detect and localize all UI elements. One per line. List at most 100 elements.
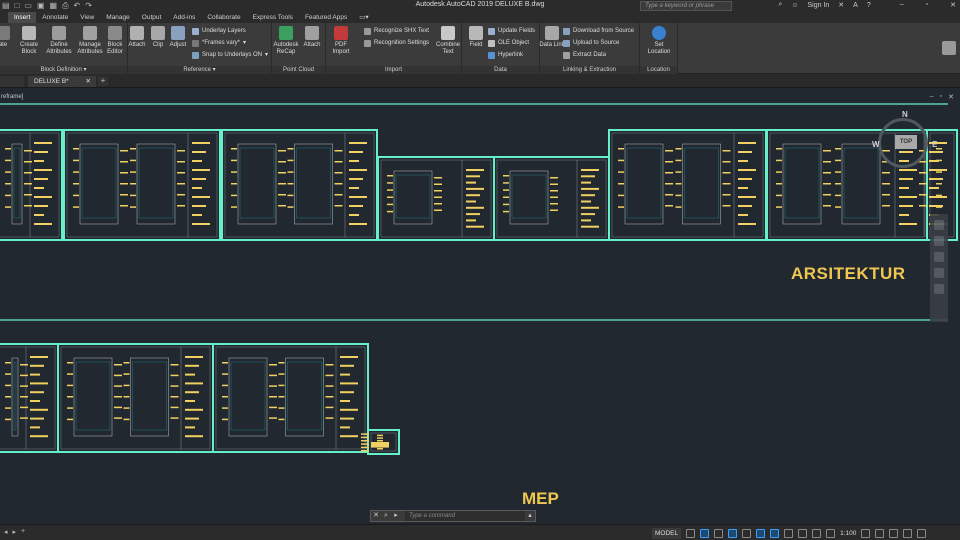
transparency-icon[interactable] xyxy=(798,528,808,538)
isodraft-icon[interactable] xyxy=(742,528,752,538)
dimension-tag xyxy=(73,183,79,185)
title-block-text xyxy=(192,160,202,162)
dimension-tag xyxy=(377,445,383,447)
annotation-tag xyxy=(120,161,128,163)
isolate-objects-icon[interactable] xyxy=(889,528,899,538)
annotation-tag xyxy=(114,417,122,419)
title-block-text xyxy=(466,175,480,178)
title-block-text xyxy=(929,178,943,180)
compass-west[interactable]: W xyxy=(872,140,880,149)
drawing-sheet-border xyxy=(0,343,59,453)
dimension-tag xyxy=(835,159,841,162)
annotation-monitor-icon[interactable] xyxy=(875,528,885,538)
ortho-icon[interactable] xyxy=(714,528,724,538)
annotation-tag xyxy=(120,172,128,174)
title-block-text xyxy=(738,178,752,180)
object-snap-tracking-icon[interactable] xyxy=(756,528,766,538)
compass-east[interactable]: E xyxy=(932,140,937,149)
dimension-tag xyxy=(130,148,136,150)
annotation-tag xyxy=(278,161,286,163)
viewcube[interactable]: TOP N W E xyxy=(868,108,938,168)
dimension-tag xyxy=(67,418,73,421)
viewcube-top-face[interactable]: TOP xyxy=(895,135,917,149)
showmotion-icon[interactable] xyxy=(934,284,944,294)
orbit-icon[interactable] xyxy=(934,268,944,278)
title-block-text xyxy=(192,151,206,153)
annotation-tag xyxy=(170,417,179,419)
next-layout-icon[interactable]: ▸ xyxy=(13,528,17,536)
zoom-icon[interactable] xyxy=(934,252,944,262)
annotation-tag xyxy=(823,194,831,196)
title-block-text xyxy=(34,169,52,171)
annotation-autoscale-icon[interactable] xyxy=(826,528,836,538)
annotation-tag xyxy=(177,194,185,196)
dimension-tag xyxy=(5,171,11,173)
dimension-tag xyxy=(618,148,624,150)
annotation-tag xyxy=(177,172,185,174)
drawing-elevation xyxy=(624,143,664,225)
command-close-icon[interactable]: ✕ xyxy=(371,511,381,521)
dimension-tag xyxy=(67,362,73,364)
annotation-tag xyxy=(24,150,32,152)
drawing-detail xyxy=(239,147,275,219)
dimension-tag xyxy=(123,418,130,421)
annotation-tag xyxy=(269,417,277,419)
annotation-tag xyxy=(20,385,28,387)
title-block-text xyxy=(30,400,40,402)
dimension-tag xyxy=(835,194,841,197)
command-recent-icon[interactable]: ▸ xyxy=(391,511,401,521)
title-block-text xyxy=(30,417,44,420)
title-block-text xyxy=(581,175,595,178)
snap-mode-icon[interactable] xyxy=(700,528,710,538)
dimension-tag xyxy=(278,362,285,364)
command-history-icon[interactable]: ▴ xyxy=(525,511,535,521)
title-block-text xyxy=(34,223,52,225)
new-layout-button[interactable]: + xyxy=(21,528,25,536)
section-label-arsitektur: ARSITEKTUR xyxy=(791,264,906,283)
title-block-text xyxy=(738,151,752,153)
drawing-detail xyxy=(626,147,662,219)
fullscreen-icon[interactable] xyxy=(903,528,913,538)
annotation-tag xyxy=(325,364,334,366)
dimension-tag xyxy=(618,171,624,173)
annotation-tag xyxy=(434,209,442,211)
annotation-tag xyxy=(120,205,128,207)
dimension-tag xyxy=(936,171,942,173)
drawing-elevation xyxy=(228,357,268,437)
workspace-switching-icon[interactable] xyxy=(861,528,871,538)
dimension-tag xyxy=(776,183,782,185)
annotation-tag xyxy=(170,385,179,387)
model-space-toggle[interactable]: MODEL xyxy=(652,527,682,539)
title-block-text xyxy=(185,382,203,385)
annotation-tag xyxy=(170,396,179,398)
annotation-tag xyxy=(325,396,334,398)
command-customize-icon[interactable]: ⌕ xyxy=(381,511,391,521)
dimension-tag xyxy=(231,183,237,185)
layout-tabs-nav: ◂ ▸ + xyxy=(4,528,25,536)
polar-tracking-icon[interactable] xyxy=(728,528,738,538)
title-block-text xyxy=(340,356,358,358)
annotation-tag xyxy=(665,161,673,163)
annotation-scale-dropdown[interactable]: 1:100 xyxy=(840,530,856,537)
dimension-tag xyxy=(5,362,11,364)
annotation-tag xyxy=(665,194,673,196)
object-snap-icon[interactable] xyxy=(770,528,780,538)
title-block-text xyxy=(349,214,359,216)
steering-wheel-icon[interactable] xyxy=(934,220,944,230)
compass-north[interactable]: N xyxy=(902,110,908,119)
dimension-tag xyxy=(123,373,130,375)
grid-icon[interactable] xyxy=(686,528,696,538)
annotation-tag xyxy=(434,203,442,205)
annotation-visibility-icon[interactable] xyxy=(812,528,822,538)
command-input[interactable]: Type a command xyxy=(405,511,525,521)
pan-icon[interactable] xyxy=(934,236,944,246)
drawing-sheet-border xyxy=(0,129,63,241)
title-block-text xyxy=(466,200,476,203)
annotation-tag xyxy=(722,183,731,185)
command-line: ✕ ⌕ ▸ Type a command ▴ xyxy=(370,510,536,522)
customization-menu-icon[interactable] xyxy=(917,528,927,538)
drawing-elevation xyxy=(509,170,549,225)
title-block-text xyxy=(192,187,202,189)
prev-layout-icon[interactable]: ◂ xyxy=(4,528,8,536)
lineweight-icon[interactable] xyxy=(784,528,794,538)
